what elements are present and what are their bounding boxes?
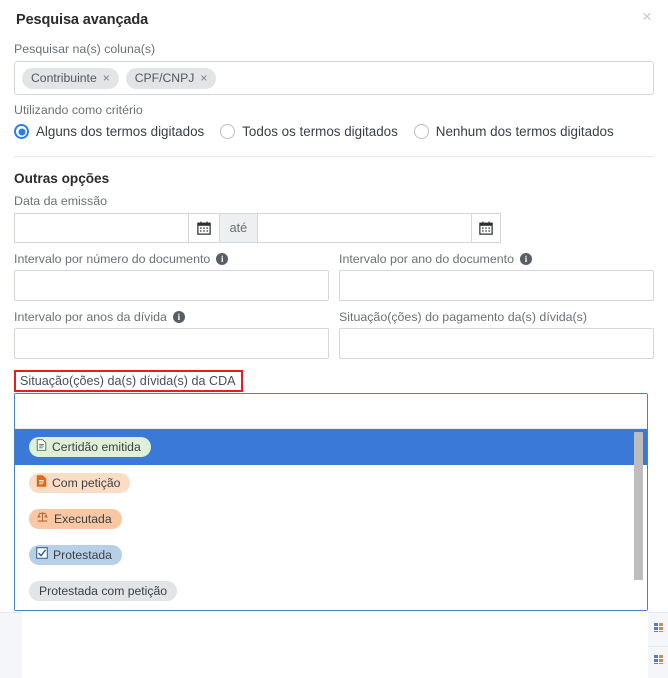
cda-label-highlight: Situação(ções) da(s) dívida(s) da CDA — [14, 370, 243, 392]
badge-com-peticao: Com petição — [29, 473, 131, 493]
cda-select-menu[interactable]: Certidão emitida Com petição Executada P… — [15, 429, 647, 610]
option-protestada[interactable]: Protestada — [15, 537, 647, 573]
badge-certidao-emitida: Certidão emitida — [29, 437, 151, 457]
date-until-label: até — [218, 213, 258, 243]
option-executada[interactable]: Executada — [15, 501, 647, 537]
debt-interval-row: Intervalo por anos da dívida i Situação(… — [14, 310, 654, 359]
field-intervalo-anos-divida: Intervalo por anos da dívida i — [14, 310, 329, 359]
radio-todos-os-termos[interactable]: Todos os termos digitados — [220, 124, 398, 139]
token-label: CPF/CNPJ — [134, 71, 195, 85]
scales-icon — [36, 511, 49, 527]
checkbox-checked-icon — [36, 547, 48, 563]
label-text: Situação(ções) do pagamento da(s) dívida… — [339, 310, 587, 324]
badge-label: Protestada — [53, 548, 112, 562]
document-icon — [36, 475, 47, 491]
option-certidao-emitida[interactable]: Certidão emitida — [15, 429, 647, 465]
radio-indicator[interactable] — [413, 124, 429, 139]
field-intervalo-numero-documento: Intervalo por número do documento i — [14, 252, 329, 301]
cda-select-label: Situação(ções) da(s) dívida(s) da CDA — [20, 374, 236, 388]
token-remove-icon[interactable]: × — [103, 71, 110, 85]
modal-header: Pesquisa avançada × — [0, 0, 668, 34]
token-label: Contribuinte — [31, 71, 97, 85]
token-remove-icon[interactable]: × — [200, 71, 207, 85]
badge-protestada: Protestada — [29, 545, 122, 565]
radio-label: Todos os termos digitados — [242, 124, 398, 139]
document-interval-row: Intervalo por número do documento i Inte… — [14, 252, 654, 301]
issue-date-end-input[interactable] — [257, 213, 471, 243]
badge-label: Certidão emitida — [52, 440, 141, 454]
field-label: Intervalo por ano do documento i — [339, 252, 654, 266]
info-icon[interactable]: i — [519, 253, 532, 265]
dropdown-scrollbar-thumb[interactable] — [634, 432, 643, 580]
field-label: Situação(ções) do pagamento da(s) dívida… — [339, 310, 654, 324]
label-text: Intervalo por número do documento — [14, 252, 211, 266]
advanced-search-modal: Pesquisa avançada × Pesquisar na(s) colu… — [0, 0, 668, 677]
info-icon[interactable]: i — [172, 311, 185, 323]
option-partially-visible[interactable] — [15, 609, 647, 610]
cda-situacao-select[interactable]: Certidão emitida Com petição Executada P… — [14, 393, 648, 611]
badge-label: Protestada com petição — [39, 584, 168, 598]
radio-indicator[interactable] — [220, 124, 236, 139]
radio-indicator[interactable] — [14, 124, 29, 139]
label-text: Intervalo por anos da dívida — [14, 310, 167, 324]
option-protestada-com-peticao[interactable]: Protestada com petição — [15, 573, 647, 609]
other-options-title: Outras opções — [14, 171, 110, 186]
badge-protestada-com-peticao: Protestada com petição — [29, 581, 178, 601]
field-label: Intervalo por anos da dívida i — [14, 310, 329, 324]
field-intervalo-ano-documento: Intervalo por ano do documento i — [339, 252, 654, 301]
search-columns-input[interactable]: Contribuinte × CPF/CNPJ × — [14, 61, 654, 95]
intervalo-numero-documento-input[interactable] — [14, 270, 329, 301]
section-divider — [14, 156, 654, 157]
criteria-radio-group: Alguns dos termos digitados Todos os ter… — [14, 124, 654, 139]
radio-label: Nenhum dos termos digitados — [435, 124, 614, 139]
cda-select-control[interactable] — [15, 394, 647, 429]
badge-label: Executada — [54, 512, 112, 526]
issue-date-label: Data da emissão — [14, 194, 107, 208]
label-text: Intervalo por ano do documento — [339, 252, 514, 266]
option-com-peticao[interactable]: Com petição — [15, 465, 647, 501]
badge-label: Com petição — [52, 476, 121, 490]
close-icon[interactable]: × — [638, 8, 656, 26]
token-cpf-cnpj[interactable]: CPF/CNPJ × — [125, 67, 217, 89]
intervalo-anos-divida-input[interactable] — [14, 328, 329, 359]
radio-alguns-dos-termos[interactable]: Alguns dos termos digitados — [14, 124, 204, 139]
criteria-label: Utilizando como critério — [14, 103, 143, 117]
page-title: Pesquisa avançada — [16, 12, 149, 28]
situacao-pagamento-divida-input[interactable] — [339, 328, 654, 359]
issue-date-start-input[interactable] — [14, 213, 189, 243]
token-contribuinte[interactable]: Contribuinte × — [22, 67, 119, 89]
document-icon — [36, 439, 47, 455]
badge-executada: Executada — [29, 509, 122, 529]
radio-label: Alguns dos termos digitados — [36, 124, 205, 139]
calendar-icon-end[interactable] — [470, 213, 501, 243]
issue-date-range: até — [14, 213, 501, 243]
calendar-icon-start[interactable] — [188, 213, 219, 243]
field-situacao-pagamento-divida: Situação(ções) do pagamento da(s) dívida… — [339, 310, 654, 359]
dropdown-scrollbar[interactable] — [634, 429, 645, 610]
radio-nenhum-dos-termos[interactable]: Nenhum dos termos digitados — [413, 124, 614, 139]
info-icon[interactable]: i — [216, 253, 229, 265]
search-columns-label: Pesquisar na(s) coluna(s) — [14, 42, 156, 56]
intervalo-ano-documento-input[interactable] — [339, 270, 654, 301]
modal-body: Pesquisar na(s) coluna(s) Contribuinte ×… — [0, 42, 668, 611]
field-label: Intervalo por número do documento i — [14, 252, 329, 266]
